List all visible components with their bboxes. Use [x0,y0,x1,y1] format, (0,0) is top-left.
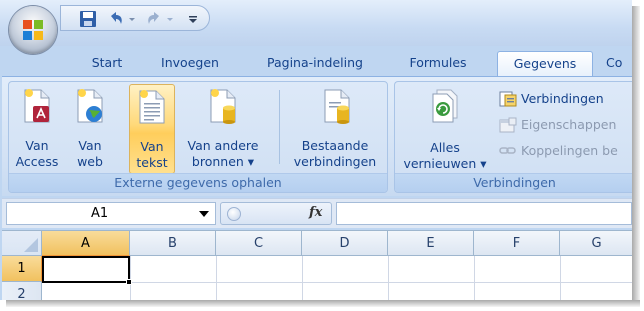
other-sources-icon [210,89,236,124]
from-text-label-1: Van [140,139,164,154]
existing-connections-icon [324,89,350,124]
formula-bar-buttons: fx [220,202,332,225]
properties-icon [499,117,517,133]
group-external-data: Van Access Van web Van tekst Van andere … [8,81,388,193]
edit-links-label: Koppelingen be [521,143,618,158]
gridline [474,256,475,300]
office-logo-icon [23,20,43,40]
refresh-all-button[interactable]: Alles vernieuwen ▾ [397,84,493,174]
tab-controleren[interactable]: Co [606,51,632,76]
text-file-icon [139,90,165,124]
redo-dropdown-icon[interactable] [165,10,175,28]
name-box-value: A1 [91,206,109,221]
redo-icon[interactable] [145,10,163,28]
row-header-1[interactable]: 1 [2,256,42,282]
existing-connections-label-2: verbindingen [293,154,377,169]
window-shadow-right [632,6,640,306]
formula-input[interactable] [336,202,632,225]
from-other-sources-label-2: bronnen ▾ [191,154,255,169]
refresh-all-icon [432,89,458,123]
refresh-all-label-2: vernieuwen ▾ [403,156,487,171]
row-header-2[interactable]: 2 [2,282,42,300]
ribbon: Van Access Van web Van tekst Van andere … [2,76,632,196]
web-globe-icon [77,89,103,123]
ribbon-tabs: Start Invoegen Pagina-indeling Formules … [0,46,632,76]
office-button[interactable] [9,6,57,54]
tab-pagina-indeling[interactable]: Pagina-indeling [252,51,378,76]
column-header-b[interactable]: B [130,231,216,256]
formula-bar: A1 fx [2,198,632,228]
gridline [130,256,131,300]
from-web-button[interactable]: Van web [67,84,113,174]
column-header-e[interactable]: E [388,231,474,256]
from-access-button[interactable]: Van Access [13,84,61,174]
from-access-label-1: Van [25,138,49,153]
group-label-connections: Verbindingen [395,173,632,192]
gridline [216,256,217,300]
existing-connections-label-1: Bestaande [301,138,369,153]
tab-start[interactable]: Start [80,51,134,76]
properties-label: Eigenschappen [521,117,617,132]
column-header-d[interactable]: D [302,231,388,256]
undo-icon[interactable] [107,10,125,28]
save-icon[interactable] [79,10,97,28]
edit-links-icon [499,147,516,154]
column-header-g[interactable]: G [560,231,632,256]
select-all-triangle-icon [24,238,38,252]
group-connections: Alles vernieuwen ▾ Verbindingen Eigensch… [394,81,632,193]
insert-function-button[interactable]: fx [309,205,322,220]
fill-handle[interactable] [126,279,132,285]
worksheet-grid: A B C D E F G 1 2 [2,230,632,300]
quick-access-toolbar [60,5,210,31]
column-header-f[interactable]: F [474,231,560,256]
gridline [388,256,389,300]
gridline [560,256,561,300]
column-header-c[interactable]: C [216,231,302,256]
from-text-label-2: tekst [136,155,168,170]
tab-gegevens[interactable]: Gegevens [497,51,593,76]
from-text-button[interactable]: Van tekst [129,84,175,174]
name-box-dropdown-icon[interactable] [199,211,209,217]
formula-bar-resize-handle[interactable] [227,207,241,221]
excel-window: Start Invoegen Pagina-indeling Formules … [0,0,632,300]
select-all-button[interactable] [2,231,42,256]
refresh-all-label-1: Alles [430,140,460,155]
from-web-label-2: web [77,154,103,169]
customize-qat-icon[interactable] [187,10,199,28]
tab-invoegen[interactable]: Invoegen [148,51,232,76]
from-web-label-1: Van [78,138,102,153]
window-shadow-bottom [6,300,640,307]
gridline [302,256,303,300]
column-header-a[interactable]: A [42,231,130,256]
access-db-icon [24,89,50,123]
connections-label: Verbindingen [521,91,604,106]
group-label-external-data: Externe gegevens ophalen [9,173,387,192]
active-cell-a1[interactable] [42,256,130,283]
from-other-sources-button[interactable]: Van andere bronnen ▾ [179,84,267,174]
undo-dropdown-icon[interactable] [127,10,137,28]
group-separator [279,90,280,164]
title-bar [0,0,632,46]
from-access-label-2: Access [15,154,59,169]
existing-connections-button[interactable]: Bestaande verbindingen [285,84,385,174]
name-box[interactable]: A1 [6,202,216,225]
connections-icon [499,91,517,107]
from-other-sources-label-1: Van andere [187,138,259,153]
tab-formules[interactable]: Formules [398,51,478,76]
